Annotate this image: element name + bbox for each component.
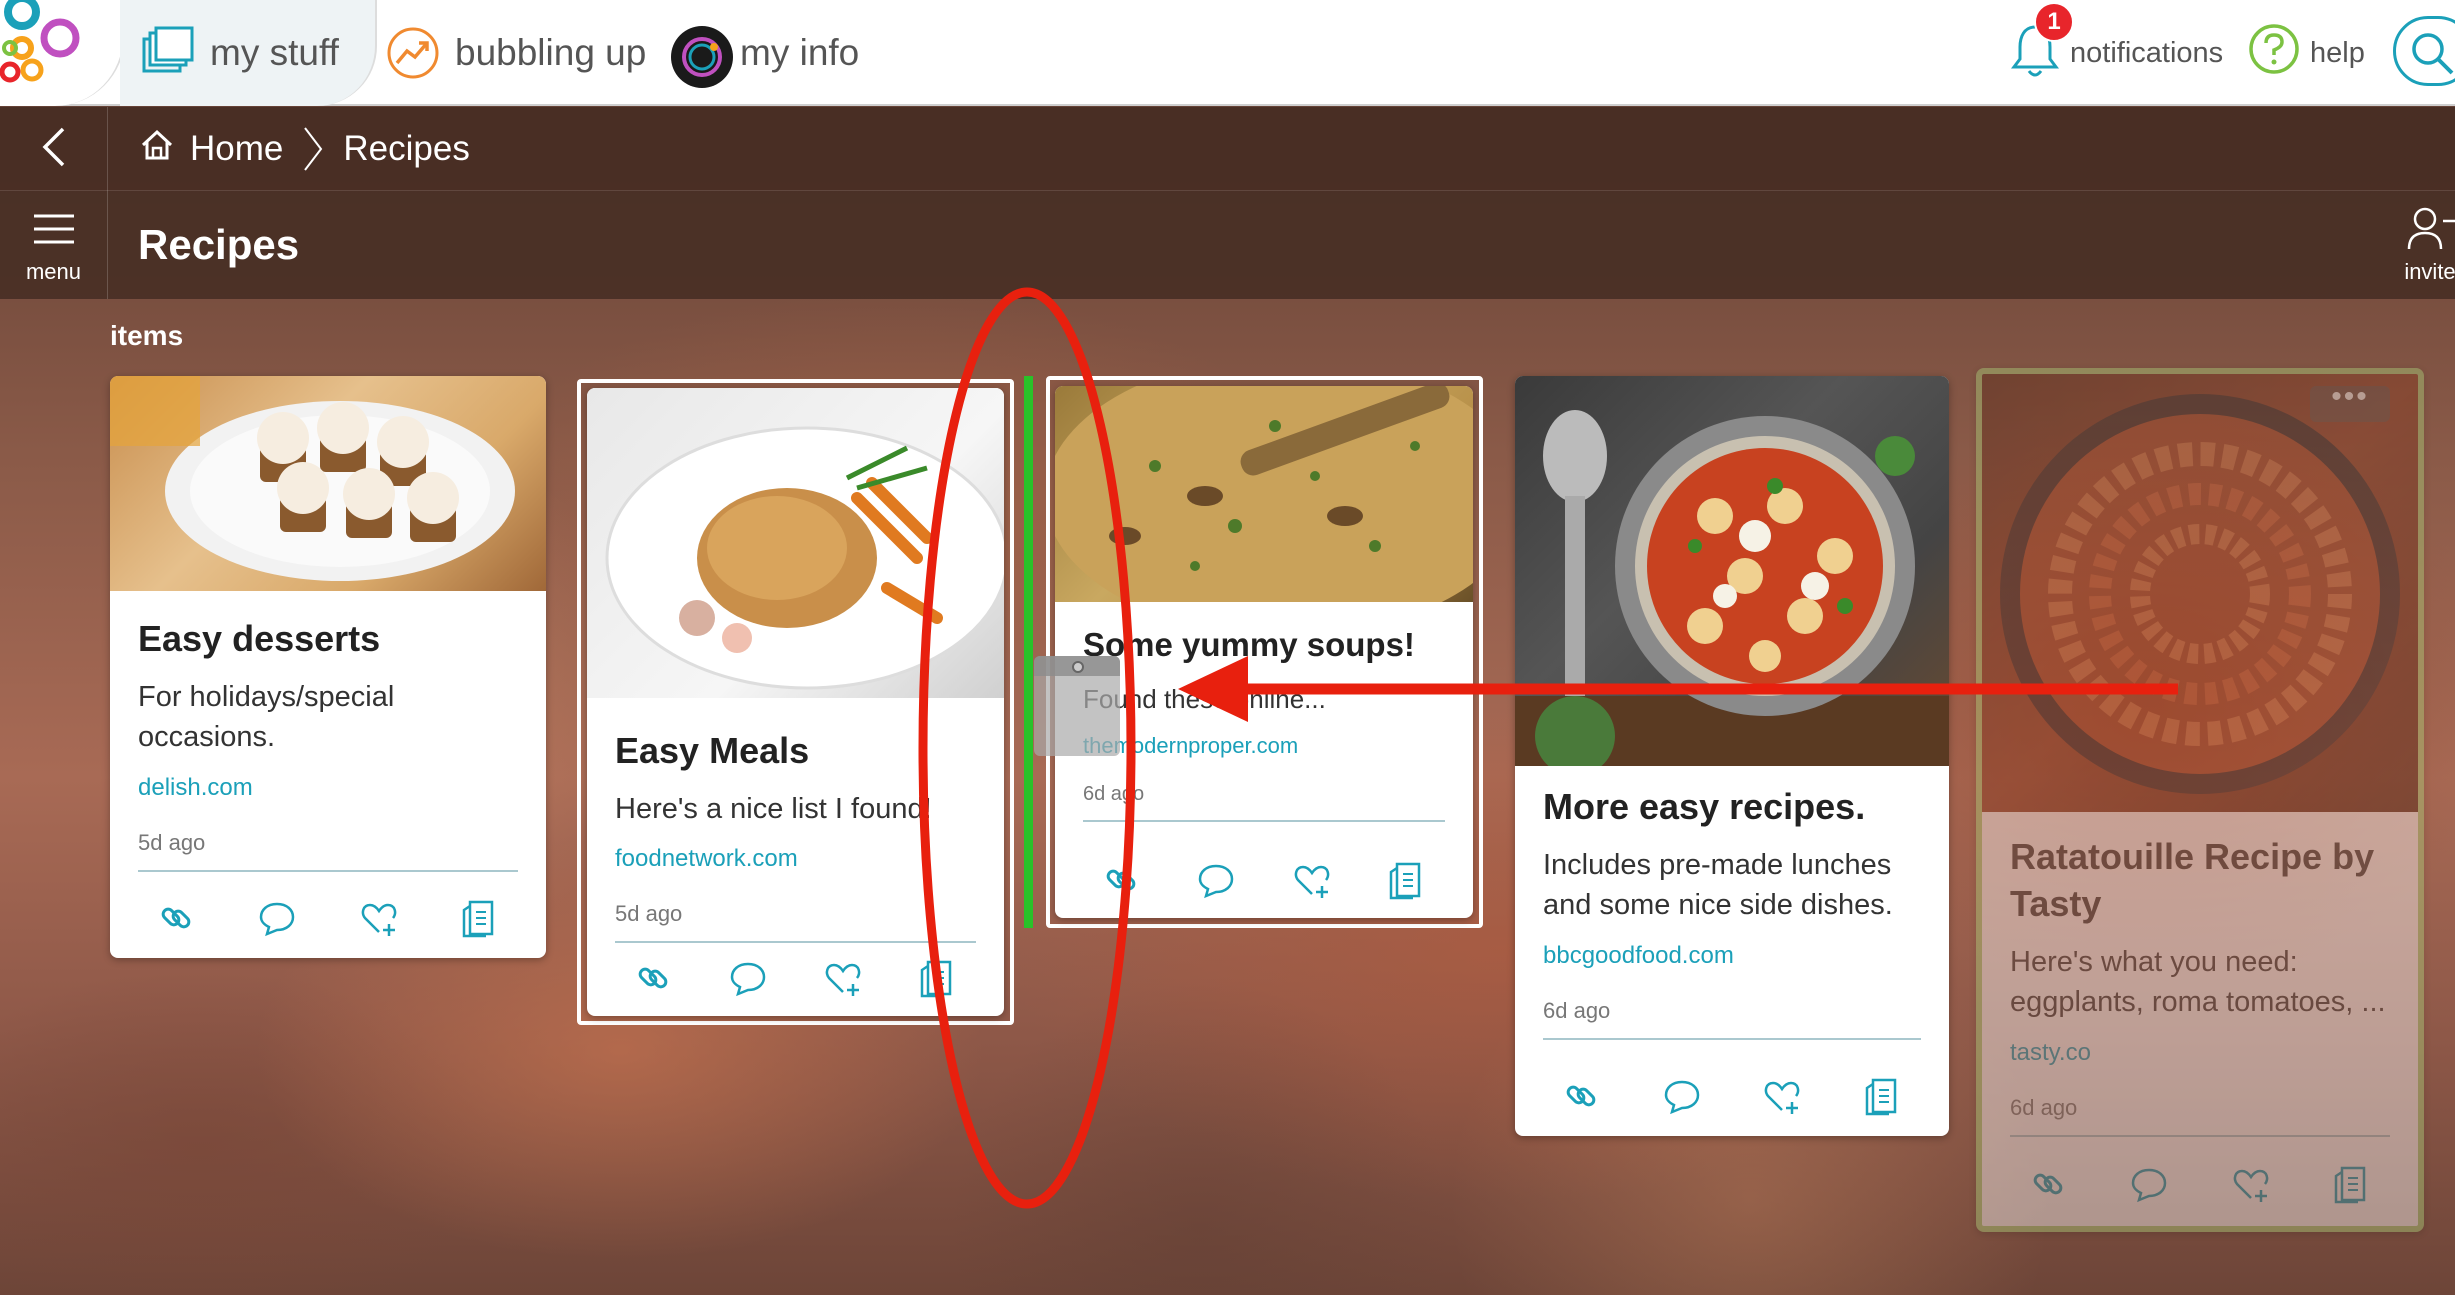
annotation-ellipse: [918, 287, 1136, 1209]
annotation-overlay: [918, 287, 2178, 1209]
annotation-arrowhead: [1178, 656, 1248, 722]
